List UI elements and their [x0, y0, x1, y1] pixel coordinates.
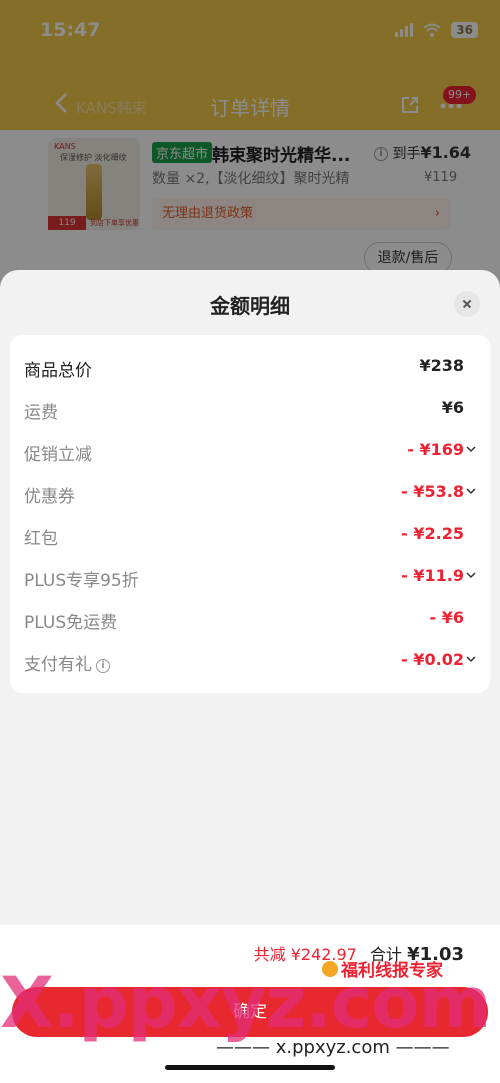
list-item: 红包 - ¥2.25 [10, 514, 490, 556]
row-label: 促销立减 [24, 445, 92, 465]
chevron-down-icon[interactable] [466, 654, 476, 664]
row-label: 运费 [24, 403, 58, 423]
chevron-down-icon[interactable] [466, 570, 476, 580]
info-icon[interactable]: i [96, 659, 110, 673]
row-value: - ¥0.02 [401, 650, 464, 669]
list-item[interactable]: 优惠券 - ¥53.8 [10, 472, 490, 514]
list-item: 运费 ¥6 [10, 388, 490, 430]
row-label: 支付有礼 [24, 655, 92, 675]
list-item[interactable]: PLUS专享95折 - ¥11.9 [10, 556, 490, 598]
row-value: - ¥169 [407, 440, 464, 459]
watermark-big: X.ppxyz.com [0, 962, 491, 1044]
list-item[interactable]: 促销立减 - ¥169 [10, 430, 490, 472]
row-label: 优惠券 [24, 487, 75, 507]
home-indicator[interactable] [165, 1065, 335, 1070]
row-label: PLUS免运费 [24, 613, 118, 633]
row-label: 红包 [24, 529, 58, 549]
row-label: 商品总价 [24, 361, 92, 381]
list-item[interactable]: 支付有礼 i - ¥0.02 [10, 640, 490, 682]
row-value: - ¥11.9 [401, 566, 464, 585]
sheet-title: 金额明细 [210, 294, 290, 318]
amount-detail-card: 商品总价 ¥238 运费 ¥6 促销立减 - ¥169 优惠券 - ¥53.8 … [10, 335, 490, 693]
row-value: - ¥6 [429, 608, 464, 627]
row-value: ¥6 [441, 398, 464, 417]
watermark-url: ——— x.ppxyz.com ——— [216, 1037, 450, 1058]
chevron-down-icon[interactable] [466, 444, 476, 454]
list-item: 商品总价 ¥238 [10, 346, 490, 388]
row-label: PLUS专享95折 [24, 571, 139, 591]
row-value: - ¥2.25 [401, 524, 464, 543]
chevron-down-icon[interactable] [466, 486, 476, 496]
row-value: ¥238 [419, 356, 464, 375]
row-label-with-info: 支付有礼 i [24, 650, 110, 675]
close-icon[interactable] [454, 291, 480, 317]
list-item: PLUS免运费 - ¥6 [10, 598, 490, 640]
row-value: - ¥53.8 [401, 482, 464, 501]
